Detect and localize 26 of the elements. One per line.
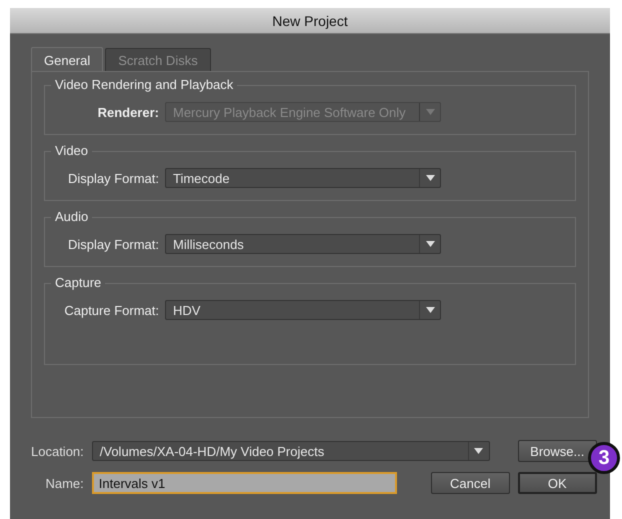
dropdown[interactable]: /Volumes/XA-04-HD/My Video Projects <box>92 441 490 461</box>
caret-icon <box>426 307 434 313</box>
window-title: New Project <box>10 8 610 34</box>
group-title: Audio <box>51 209 92 224</box>
step-badge: 3 <box>588 442 620 474</box>
group-title: Video Rendering and Playback <box>51 77 238 92</box>
field-label: Capture Format: <box>63 302 159 318</box>
caret-icon <box>474 448 484 454</box>
dropdown[interactable]: HDV <box>165 300 441 320</box>
group-title: Capture <box>51 275 106 290</box>
dropdown[interactable]: Milliseconds <box>165 234 441 254</box>
caret-icon <box>426 175 434 181</box>
name-label: Name: <box>44 476 84 490</box>
name-field[interactable]: Intervals v1 <box>92 472 397 494</box>
caret-icon <box>426 241 434 247</box>
field-label: Renderer: <box>96 104 159 120</box>
field-label: Display Format: <box>66 170 159 186</box>
dialog-button[interactable]: Cancel <box>430 472 510 494</box>
browse-button[interactable]: Browse... <box>518 440 597 462</box>
field-label: Display Format: <box>66 236 159 252</box>
tab[interactable]: General <box>31 47 104 71</box>
dropdown[interactable]: Timecode <box>165 168 441 188</box>
location-label: Location: <box>31 444 84 458</box>
caret-icon <box>426 109 434 115</box>
group-title: Video <box>51 143 92 158</box>
dialog-button[interactable]: OK <box>518 472 597 494</box>
